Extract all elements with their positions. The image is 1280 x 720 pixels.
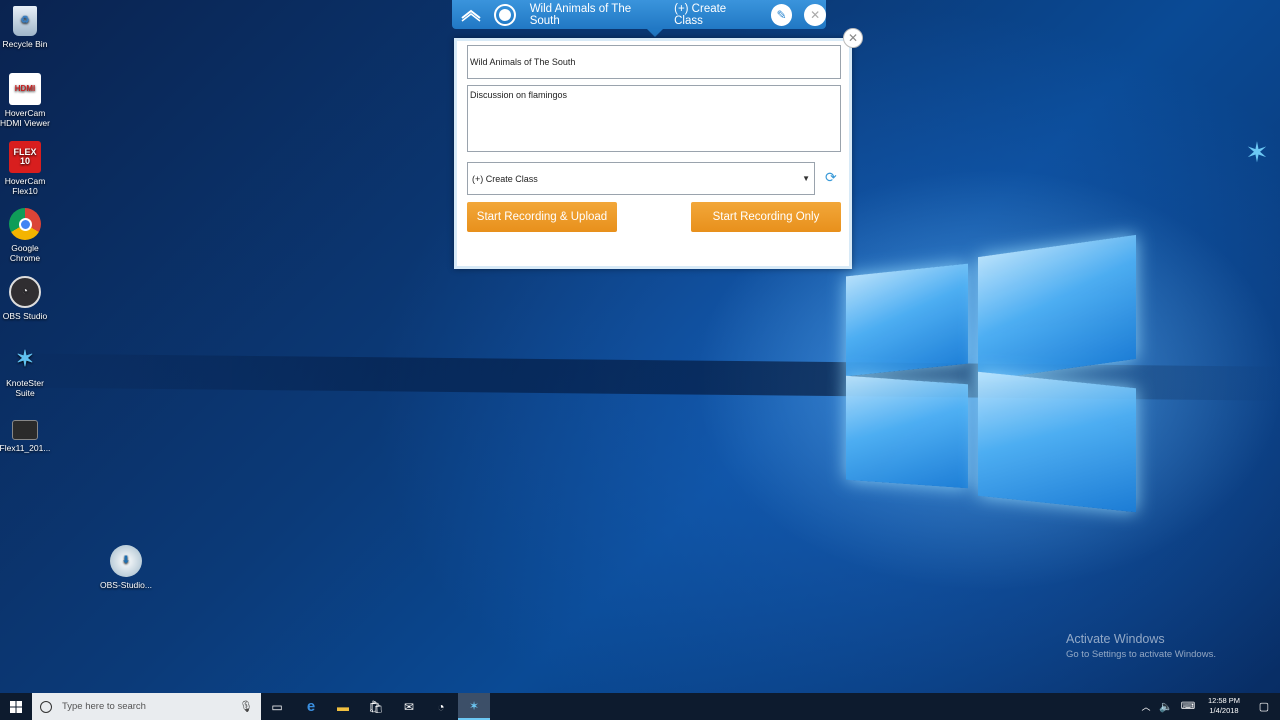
taskbar-clock[interactable]: 12:58 PM 1/4/2018 [1198,696,1250,716]
title-input[interactable] [467,45,841,79]
windows-start-icon [10,700,22,713]
close-icon: ✕ [810,7,821,22]
knotester-icon: ✶ [15,346,35,371]
notification-icon[interactable]: ▢ [1248,693,1280,720]
desktop-icon-knotester-suite[interactable]: ✶ KnoteSter Suite [0,343,52,399]
class-select[interactable]: (+) Create Class ▼ [467,162,815,195]
edge-icon[interactable]: e [295,693,327,720]
knotester-floating-icon[interactable]: ✶ [1240,136,1274,172]
video-file-icon [12,420,38,440]
desktop-icon-google-chrome[interactable]: Google Chrome [0,208,52,263]
collapse-button[interactable] [460,8,482,22]
refresh-icon[interactable]: ⟳ [825,169,837,186]
recording-settings-panel: Discussion on flamingos (+) Create Class… [454,38,852,269]
start-recording-only-button[interactable]: Start Recording Only [691,202,841,232]
installer-icon: ⬇ [110,545,142,577]
microphone-icon[interactable]: 🎙 [239,700,253,713]
toolbar-class-label[interactable]: (+) Create Class [674,3,757,27]
desktop-icon-flex11-video[interactable]: Flex11_201... [0,420,52,453]
pencil-icon: ✎ [776,7,787,22]
recycle-bin-icon: ♻ [13,6,37,36]
flex10-icon: FLEX 10 [9,141,41,173]
desktop-icon-obs-installer[interactable]: ⬇ OBS-Studio... [99,545,153,590]
hdmi-icon: HDMI [9,73,41,105]
record-button[interactable] [494,3,516,26]
dropdown-arrow-icon: ▼ [802,174,810,183]
panel-close-button[interactable]: ✕ [843,28,863,48]
start-recording-upload-button[interactable]: Start Recording & Upload [467,202,617,232]
close-icon: ✕ [847,31,859,45]
taskbar: Type here to search 🎙 ▭ e ▬ 🛍 ✉ ◔ ✶ ︿ 🔈 … [0,693,1280,720]
windows-logo-wallpaper [840,228,1140,528]
search-placeholder: Type here to search [62,701,146,712]
file-explorer-icon[interactable]: ▬ [327,693,359,720]
chevron-up-icon [461,9,481,22]
start-button[interactable] [0,693,32,720]
obs-taskbar-icon[interactable]: ◔ [425,693,457,720]
task-view-icon[interactable]: ▭ [261,693,293,720]
obs-icon: ◔ [9,276,41,308]
store-icon[interactable]: 🛍 [360,693,392,720]
chrome-icon [9,208,41,240]
mail-icon[interactable]: ✉ [393,693,425,720]
class-select-value: (+) Create Class [472,173,538,184]
taskbar-search-box[interactable]: Type here to search 🎙 [32,693,261,720]
desktop-icon-hovercam-hdmi[interactable]: HDMI HoverCam HDMI Viewer [0,73,52,128]
desktop-icon-hovercam-flex10[interactable]: FLEX 10 HoverCam Flex10 [0,141,52,196]
activate-windows-watermark: Activate Windows Go to Settings to activ… [1066,632,1216,660]
knotester-taskbar-icon[interactable]: ✶ [458,693,490,720]
edit-button[interactable]: ✎ [770,3,793,26]
desktop-icon-obs-studio[interactable]: ◔ OBS Studio [0,276,52,321]
toolbar-close-button[interactable]: ✕ [804,3,826,26]
description-textarea[interactable]: Discussion on flamingos [467,85,841,152]
toolbar-pointer [647,29,663,37]
search-icon [40,700,52,713]
record-dot-icon [498,8,511,21]
recorder-toolbar: Wild Animals of The South (+) Create Cla… [452,0,826,29]
desktop-icon-recycle-bin[interactable]: ♻ Recycle Bin [0,6,52,49]
toolbar-title: Wild Animals of The South [529,2,632,27]
